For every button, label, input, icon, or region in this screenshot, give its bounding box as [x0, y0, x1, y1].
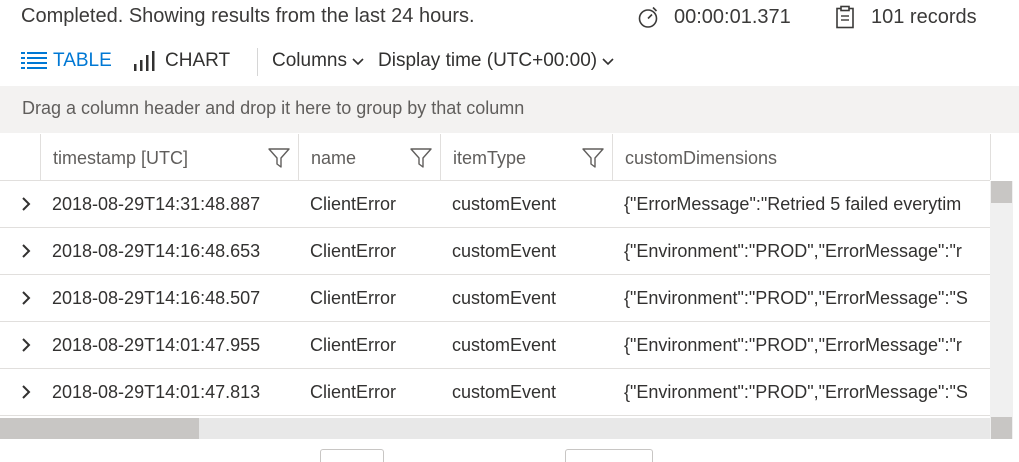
chart-view-label: CHART — [165, 50, 231, 71]
toolbar-divider — [257, 48, 258, 76]
filter-icon[interactable] — [582, 147, 604, 174]
cell-itemtype: customEvent — [452, 335, 557, 355]
chart-view-button[interactable]: CHART — [133, 50, 230, 72]
vertical-scrollbar-thumb[interactable] — [991, 181, 1012, 203]
cell-itemtype: customEvent — [452, 194, 557, 214]
chevron-down-icon — [351, 56, 365, 66]
vertical-scrollbar[interactable] — [990, 181, 1013, 439]
stopwatch-icon — [636, 5, 660, 29]
grid-header: timestamp [UTC] name itemType customDime… — [0, 134, 991, 181]
cell-name: ClientError — [310, 288, 397, 308]
chevron-right-icon[interactable] — [20, 243, 32, 264]
cell-timestamp: 2018-08-29T14:01:47.955 — [52, 335, 261, 355]
cell-itemtype: customEvent — [452, 288, 557, 308]
cell-customdimensions: {"Environment":"PROD","ErrorMessage":"S — [624, 382, 968, 402]
columns-label: Columns — [272, 50, 347, 71]
query-duration: 00:00:01.371 — [636, 5, 791, 29]
cell-timestamp: 2018-08-29T14:31:48.887 — [52, 194, 261, 214]
chevron-down-icon — [601, 56, 615, 66]
pager-control[interactable] — [565, 449, 653, 462]
results-grid: timestamp [UTC] name itemType customDime… — [0, 134, 1019, 439]
table-row[interactable]: 2018-08-29T14:16:48.507 ClientError cust… — [0, 275, 990, 322]
cell-timestamp: 2018-08-29T14:01:47.813 — [52, 382, 261, 402]
status-message: Completed. Showing results from the last… — [21, 5, 475, 27]
table-view-button[interactable]: TABLE — [21, 50, 112, 72]
filter-icon[interactable] — [410, 147, 432, 174]
cell-customdimensions: {"Environment":"PROD","ErrorMessage":"r — [624, 241, 962, 261]
chevron-right-icon[interactable] — [20, 337, 32, 358]
clipboard-icon — [835, 5, 855, 29]
grid-rows: 2018-08-29T14:31:48.887 ClientError cust… — [0, 181, 990, 416]
bar-chart-icon — [133, 51, 159, 71]
cell-name: ClientError — [310, 194, 397, 214]
pager-control[interactable] — [320, 449, 384, 462]
column-header-timestamp[interactable]: timestamp [UTC] — [41, 134, 299, 180]
cell-itemtype: customEvent — [452, 241, 557, 261]
duration-value: 00:00:01.371 — [674, 5, 791, 28]
group-by-hint: Drag a column header and drop it here to… — [22, 98, 525, 118]
columns-dropdown[interactable]: Columns — [272, 50, 365, 72]
column-header-customdimensions[interactable]: customDimensions — [613, 134, 991, 180]
table-row[interactable]: 2018-08-29T14:16:48.653 ClientError cust… — [0, 228, 990, 275]
column-header-itemtype[interactable]: itemType — [441, 134, 613, 180]
cell-customdimensions: {"Environment":"PROD","ErrorMessage":"r — [624, 335, 962, 355]
display-time-dropdown[interactable]: Display time (UTC+00:00) — [378, 50, 615, 72]
cell-name: ClientError — [310, 241, 397, 261]
cell-name: ClientError — [310, 382, 397, 402]
cell-timestamp: 2018-08-29T14:16:48.507 — [52, 288, 261, 308]
expand-column-header — [0, 134, 41, 180]
table-row[interactable]: 2018-08-29T14:01:47.955 ClientError cust… — [0, 322, 990, 369]
filter-icon[interactable] — [268, 147, 290, 174]
cell-timestamp: 2018-08-29T14:16:48.653 — [52, 241, 261, 261]
group-by-drop-zone[interactable]: Drag a column header and drop it here to… — [0, 86, 1019, 133]
chevron-right-icon[interactable] — [20, 196, 32, 217]
display-time-label: Display time (UTC+00:00) — [378, 50, 598, 71]
table-row[interactable]: 2018-08-29T14:01:47.813 ClientError cust… — [0, 369, 990, 416]
chevron-right-icon[interactable] — [20, 290, 32, 311]
results-toolbar: TABLE CHART Columns Display time (UTC+00… — [0, 42, 1019, 82]
column-header-name[interactable]: name — [299, 134, 441, 180]
vertical-scrollbar-end[interactable] — [991, 417, 1012, 439]
record-count: 101 records — [835, 5, 977, 29]
cell-itemtype: customEvent — [452, 382, 557, 402]
records-value: 101 records — [871, 5, 977, 28]
horizontal-scrollbar-thumb[interactable] — [0, 418, 199, 439]
horizontal-scrollbar[interactable] — [0, 418, 990, 439]
table-list-icon — [21, 51, 47, 71]
table-row[interactable]: 2018-08-29T14:31:48.887 ClientError cust… — [0, 181, 990, 228]
cell-name: ClientError — [310, 335, 397, 355]
query-status-bar: Completed. Showing results from the last… — [0, 0, 1019, 36]
chevron-right-icon[interactable] — [20, 384, 32, 405]
table-view-label: TABLE — [53, 50, 112, 71]
cell-customdimensions: {"ErrorMessage":"Retried 5 failed everyt… — [624, 194, 962, 214]
cell-customdimensions: {"Environment":"PROD","ErrorMessage":"S — [624, 288, 968, 308]
